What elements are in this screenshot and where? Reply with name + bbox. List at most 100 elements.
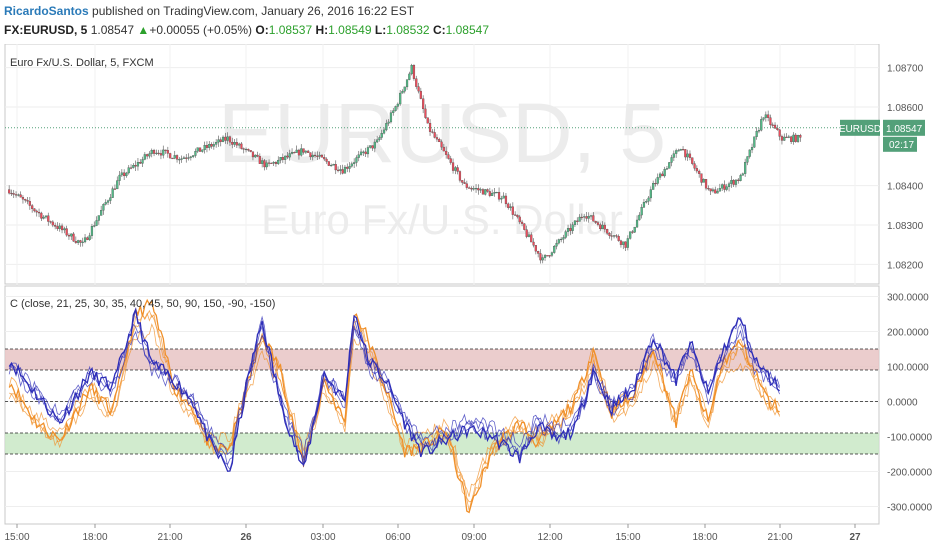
candle-down — [433, 132, 436, 138]
trading-chart[interactable]: EURUSD, 5 Euro Fx/U.S. Dollar Euro Fx/U.… — [0, 44, 932, 550]
candle-down — [794, 134, 797, 142]
candle-down — [231, 141, 234, 145]
change-arrow-icon: ▲ — [137, 23, 150, 37]
candle-down — [617, 236, 620, 241]
candle-up — [396, 103, 399, 107]
indicator-pane[interactable]: C (close, 21, 25, 30, 35, 40, 45, 50, 90… — [4, 285, 932, 525]
candle-down — [139, 161, 142, 164]
candle-down — [8, 189, 11, 194]
time-tick-label: 12:00 — [537, 532, 562, 543]
candle-down — [463, 182, 466, 184]
candle-down — [773, 124, 777, 129]
candle-up — [764, 114, 767, 118]
candle-up — [553, 246, 556, 253]
time-tick-label: 03:00 — [310, 532, 335, 543]
candle-down — [412, 65, 416, 79]
chart-header: RicardoSantos published on TradingView.c… — [0, 0, 932, 44]
candle-up — [102, 204, 105, 211]
candle-up — [711, 189, 715, 192]
candle-down — [14, 194, 18, 196]
candle-down — [175, 155, 179, 160]
candle-down — [599, 224, 602, 230]
close-value: 1.08547 — [445, 23, 490, 37]
candle-up — [410, 65, 413, 75]
candle-down — [371, 145, 374, 149]
open-label: O: — [255, 23, 269, 37]
close-label: C: — [432, 23, 446, 37]
candle-up — [376, 139, 379, 143]
candle-down — [267, 162, 271, 164]
candle-down — [134, 165, 137, 167]
candle-up — [642, 202, 646, 208]
open-value: 1.08537 — [268, 23, 313, 37]
candle-down — [709, 188, 712, 192]
candle-up — [359, 151, 363, 155]
candle-down — [530, 234, 533, 243]
candle-up — [392, 110, 395, 113]
candle-up — [739, 175, 742, 181]
candle-up — [178, 159, 181, 161]
candle-down — [610, 235, 613, 237]
indicator-pane-frame — [4, 285, 880, 525]
candle-down — [10, 192, 13, 195]
candle-up — [212, 144, 215, 147]
candle-down — [336, 169, 340, 171]
indicator-tick-label: 100.0000 — [887, 363, 929, 374]
candle-up — [81, 241, 84, 243]
candle-down — [79, 240, 82, 243]
candle-up — [100, 210, 103, 216]
candle-down — [580, 216, 583, 219]
candle-down — [615, 235, 618, 237]
candle-down — [477, 188, 480, 191]
candle-down — [327, 161, 330, 166]
candle-up — [339, 169, 342, 171]
candle-up — [647, 197, 650, 202]
candle-up — [203, 145, 206, 151]
candle-down — [776, 127, 779, 130]
candle-up — [757, 129, 761, 132]
candle-down — [569, 228, 572, 231]
candle-up — [104, 202, 107, 205]
candle-up — [649, 189, 652, 199]
candle-up — [362, 151, 365, 153]
candle-up — [394, 106, 397, 111]
author-link[interactable]: RicardoSantos — [4, 4, 89, 18]
watermark-main: EURUSD, 5 — [218, 86, 666, 180]
candle-down — [56, 226, 59, 229]
candle-down — [297, 149, 301, 156]
candle-down — [123, 172, 126, 177]
candle-up — [665, 168, 669, 170]
candle-up — [277, 159, 280, 164]
candle-up — [120, 172, 123, 176]
candle-down — [35, 210, 38, 213]
candle-down — [737, 179, 740, 181]
candle-up — [93, 225, 96, 227]
candle-up — [238, 143, 241, 146]
candle-down — [435, 137, 439, 140]
candle-up — [734, 179, 738, 185]
candle-up — [17, 194, 20, 196]
price-legend: Euro Fx/U.S. Dollar, 5, FXCM — [10, 57, 154, 69]
candle-up — [141, 159, 144, 164]
candle-up — [686, 153, 689, 158]
candle-down — [341, 169, 344, 174]
candle-down — [780, 136, 784, 141]
candle-down — [532, 241, 535, 246]
candle-up — [502, 195, 505, 199]
candle-up — [284, 155, 287, 160]
candle-up — [635, 219, 639, 228]
candle-down — [698, 170, 701, 174]
candle-down — [486, 189, 489, 192]
candle-up — [95, 220, 98, 226]
candle-down — [293, 152, 296, 154]
high-label: H: — [315, 23, 329, 37]
candle-down — [302, 148, 305, 153]
candle-up — [626, 238, 629, 248]
price-axis: 1.08700 1.08600 1.08400 1.08300 1.08200 — [887, 64, 924, 272]
time-tick-label: 15:00 — [4, 532, 29, 543]
candle-up — [330, 164, 333, 167]
time-tick-label: 15:00 — [615, 532, 640, 543]
symbol-label[interactable]: FX:EURUSD, 5 — [4, 23, 87, 37]
candle-up — [796, 135, 800, 142]
candle-down — [281, 157, 284, 160]
